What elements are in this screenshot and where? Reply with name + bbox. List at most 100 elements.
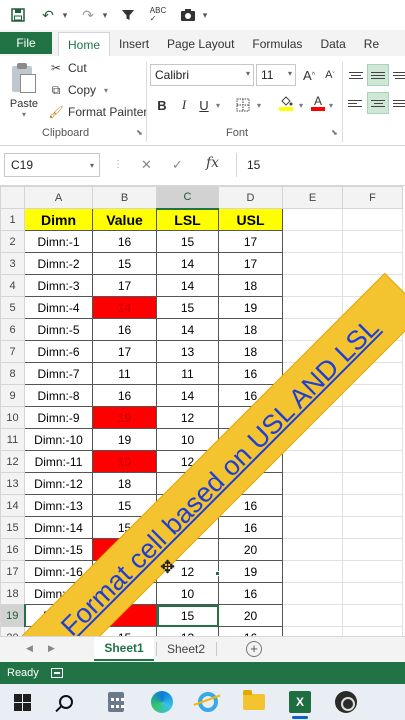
cell[interactable] — [342, 604, 403, 627]
usl-cell[interactable]: 18 — [218, 274, 283, 297]
enter-icon[interactable]: ✓ — [172, 157, 183, 173]
next-sheet-icon[interactable]: ▶ — [48, 643, 55, 654]
format-painter-button[interactable]: 🖌 Format Painter — [48, 102, 147, 122]
cell[interactable] — [342, 252, 403, 275]
row-header[interactable]: 8 — [0, 362, 25, 385]
usl-cell[interactable]: 17 — [218, 252, 283, 275]
add-sheet-icon[interactable]: + — [246, 641, 262, 657]
header-cell-value[interactable]: Value — [92, 208, 157, 231]
column-header-b[interactable]: B — [92, 186, 157, 209]
cell[interactable] — [342, 230, 403, 253]
dimn-cell[interactable]: Dimn:-8 — [24, 384, 93, 407]
row-header[interactable]: 6 — [0, 318, 25, 341]
align-left-icon[interactable] — [345, 92, 367, 114]
tab-file[interactable]: File — [0, 32, 52, 54]
edge-browser-icon[interactable] — [148, 688, 176, 716]
header-cell-usl[interactable]: USL — [218, 208, 283, 231]
dimn-cell[interactable]: Dimn:-12 — [24, 472, 93, 495]
lsl-cell[interactable]: 12 — [156, 406, 219, 429]
dialog-launcher-icon[interactable]: ⬊ — [136, 128, 143, 137]
row-header[interactable]: 11 — [0, 428, 25, 451]
value-cell[interactable]: 14 — [92, 296, 157, 319]
copy-button[interactable]: ⧉ Copy ▾ — [48, 80, 108, 100]
row-header[interactable]: 12 — [0, 450, 25, 473]
value-cell[interactable]: 16 — [92, 384, 157, 407]
cell[interactable] — [282, 560, 343, 583]
fill-color-icon[interactable] — [276, 92, 296, 114]
insert-function-icon[interactable]: fx — [206, 155, 219, 171]
cell[interactable] — [342, 582, 403, 605]
chevron-down-icon[interactable]: ▾ — [254, 94, 264, 116]
row-header[interactable]: 1 — [0, 208, 25, 231]
more-options-icon[interactable]: ⋮ — [113, 159, 123, 170]
cell[interactable] — [342, 428, 403, 451]
cell[interactable] — [342, 208, 403, 231]
dimn-cell[interactable]: Dimn:-3 — [24, 274, 93, 297]
column-header-e[interactable]: E — [282, 186, 343, 209]
usl-cell[interactable]: 18 — [218, 318, 283, 341]
save-icon[interactable] — [6, 3, 30, 27]
sheet-tab-sheet2[interactable]: Sheet2 — [158, 637, 214, 661]
internet-explorer-icon[interactable] — [194, 688, 222, 716]
row-header[interactable]: 9 — [0, 384, 25, 407]
row-header[interactable]: 20 — [0, 626, 25, 636]
row-header[interactable]: 19 — [0, 604, 26, 627]
name-box[interactable]: C19 ▾ — [4, 153, 100, 177]
obs-studio-icon[interactable] — [332, 688, 360, 716]
column-header-a[interactable]: A — [24, 186, 93, 209]
value-cell[interactable]: 11 — [92, 362, 157, 385]
value-cell[interactable]: 16 — [92, 318, 157, 341]
record-macro-icon[interactable] — [50, 668, 63, 678]
row-header[interactable]: 7 — [0, 340, 25, 363]
row-header[interactable]: 14 — [0, 494, 25, 517]
row-header[interactable]: 4 — [0, 274, 25, 297]
value-cell[interactable]: 10 — [92, 450, 157, 473]
row-header[interactable]: 15 — [0, 516, 25, 539]
row-header[interactable]: 5 — [0, 296, 25, 319]
cell[interactable] — [342, 516, 403, 539]
spelling-icon[interactable]: ABC ✓ — [146, 3, 170, 27]
lsl-cell[interactable]: 10 — [156, 582, 219, 605]
lsl-cell[interactable]: 14 — [156, 384, 219, 407]
cell[interactable] — [342, 538, 403, 561]
dimn-cell[interactable]: Dimn:-14 — [24, 516, 93, 539]
tab-review[interactable]: Re — [355, 32, 388, 56]
grow-font-button[interactable]: A ^ — [301, 64, 317, 86]
value-cell[interactable]: 17 — [92, 274, 157, 297]
redo-dropdown-icon[interactable]: ▾ — [100, 3, 110, 27]
column-header-f[interactable]: F — [342, 186, 403, 209]
row-header[interactable]: 2 — [0, 230, 25, 253]
dimn-cell[interactable]: Dimn:-6 — [24, 340, 93, 363]
value-cell[interactable]: 18 — [92, 472, 157, 495]
column-header-c[interactable]: C — [156, 186, 219, 210]
cell[interactable] — [342, 560, 403, 583]
lsl-cell[interactable]: 15 — [156, 296, 219, 319]
dimn-cell[interactable]: Dimn:-13 — [24, 494, 93, 517]
undo-icon[interactable]: ↶ — [36, 3, 60, 27]
cell[interactable] — [282, 472, 343, 495]
tab-page-layout[interactable]: Page Layout — [158, 32, 243, 56]
usl-cell[interactable]: 16 — [218, 516, 283, 539]
worksheet-grid[interactable]: A B C D E F 1 Dimn Value LSL USL 2 Dimn:-… — [0, 186, 405, 636]
font-color-button[interactable]: A — [310, 92, 326, 114]
dimn-cell[interactable]: Dimn:-11 — [24, 450, 93, 473]
chevron-down-icon[interactable]: ▾ — [213, 94, 223, 116]
lsl-cell[interactable]: 13 — [156, 626, 219, 636]
italic-button[interactable]: I — [176, 94, 192, 116]
align-center-icon[interactable] — [367, 92, 389, 114]
header-cell-lsl[interactable]: LSL — [156, 208, 219, 231]
lsl-cell[interactable]: 15 — [156, 230, 219, 253]
usl-cell[interactable]: 16 — [218, 582, 283, 605]
dimn-cell[interactable]: Dimn:-2 — [24, 252, 93, 275]
usl-cell[interactable]: 20 — [218, 604, 283, 627]
align-bottom-icon[interactable] — [389, 64, 405, 86]
undo-dropdown-icon[interactable]: ▾ — [60, 3, 70, 27]
cell[interactable] — [342, 450, 403, 473]
borders-icon[interactable] — [234, 94, 252, 116]
bold-button[interactable]: B — [154, 94, 170, 116]
cut-button[interactable]: ✂ Cut — [48, 58, 87, 78]
select-all-corner[interactable] — [0, 186, 25, 209]
cell[interactable] — [342, 472, 403, 495]
cell[interactable] — [342, 406, 403, 429]
align-top-icon[interactable] — [345, 64, 367, 86]
